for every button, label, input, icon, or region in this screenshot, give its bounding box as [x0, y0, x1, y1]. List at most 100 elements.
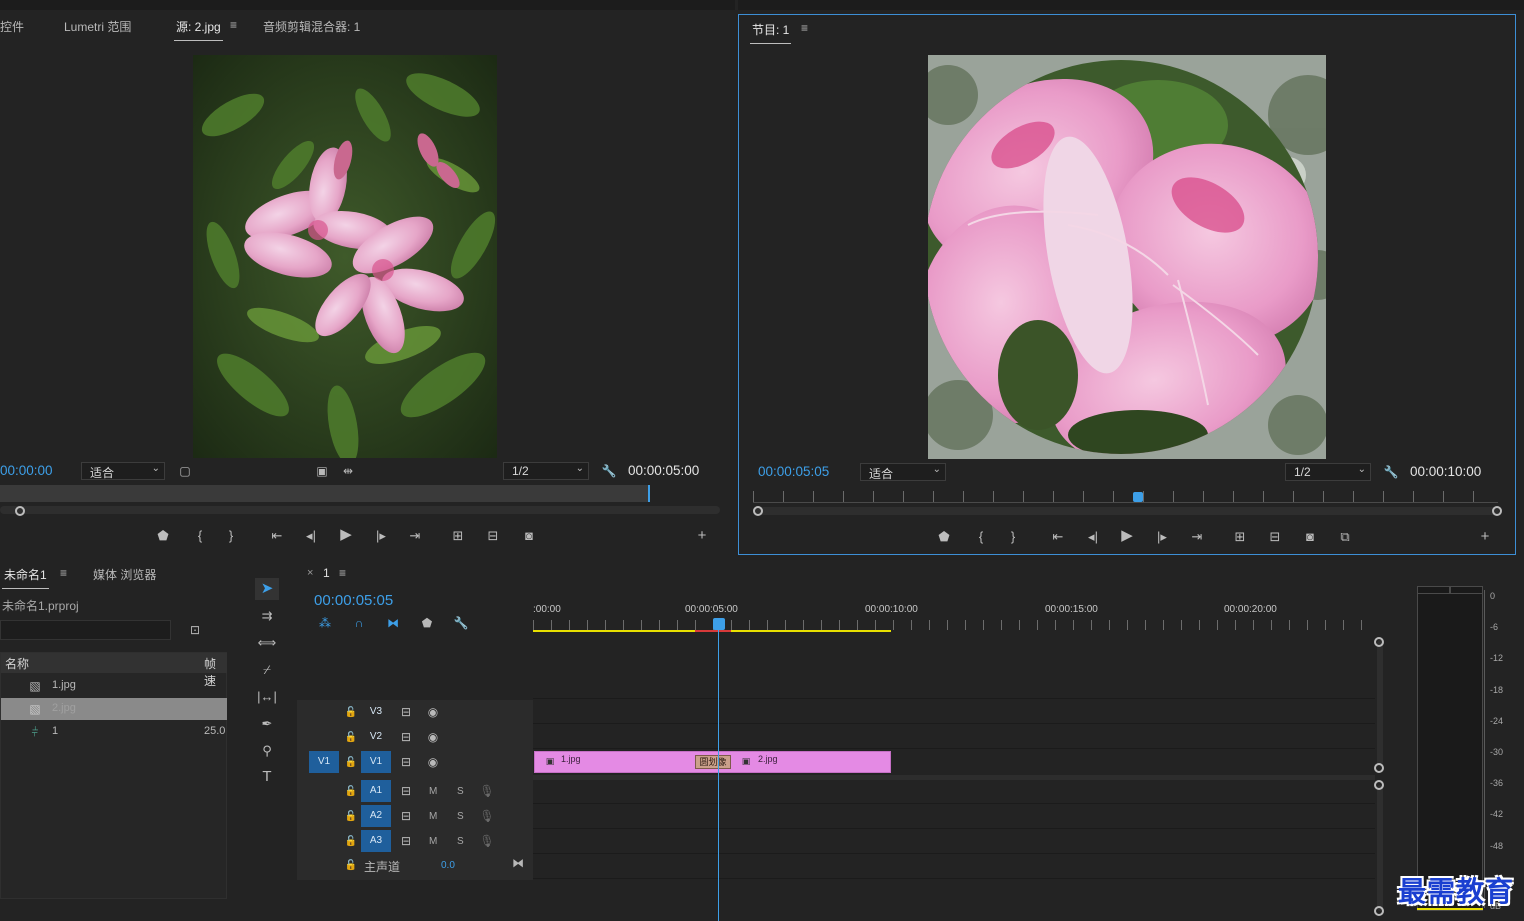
sync-lock-icon[interactable]: ⊟ [398, 704, 414, 720]
step-forward-icon[interactable]: |▸ [370, 526, 392, 546]
eye-icon[interactable]: ◉ [425, 754, 441, 770]
scroll-handle[interactable] [1374, 763, 1384, 773]
program-zoom-handle-right[interactable] [1492, 506, 1502, 516]
list-item[interactable]: ▧ 1.jpg [1, 675, 227, 697]
pen-tool-icon[interactable]: ✒ [256, 714, 278, 734]
source-zoom-bar[interactable] [0, 506, 720, 514]
program-zoom-bar[interactable] [753, 507, 1499, 515]
timeline-playhead-head[interactable] [713, 618, 725, 630]
mark-in-icon[interactable]: { [189, 526, 211, 546]
mark-in-icon[interactable]: { [970, 527, 992, 547]
lock-icon[interactable]: 🔓 [343, 730, 359, 746]
project-menu-icon[interactable]: ≡ [60, 566, 67, 580]
timeline-tracks-area[interactable] [533, 640, 1375, 921]
wrench-icon[interactable]: 🔧 [453, 615, 469, 631]
add-marker-icon[interactable]: ⬟ [419, 615, 435, 631]
go-to-in-icon[interactable]: ⇤ [1047, 527, 1069, 547]
lock-icon[interactable]: 🔓 [343, 834, 359, 850]
extract-icon[interactable]: ⊟ [1264, 527, 1286, 547]
mute-button[interactable]: M [429, 811, 437, 822]
solo-button[interactable]: S [457, 811, 464, 822]
step-back-icon[interactable]: ◂| [1082, 527, 1104, 547]
master-expand-icon[interactable]: ⧓ [510, 855, 526, 871]
lock-icon[interactable]: 🔓 [343, 809, 359, 825]
project-search-input[interactable] [0, 620, 171, 640]
go-to-in-icon[interactable]: ⇤ [266, 526, 288, 546]
mark-out-icon[interactable]: } [220, 526, 242, 546]
mute-button[interactable]: M [429, 786, 437, 797]
sync-lock-icon[interactable]: ⊟ [398, 833, 414, 849]
source-timecode-current[interactable]: 00:00:00 [0, 463, 53, 478]
source-patch-v1[interactable]: V1 [309, 751, 339, 773]
transition[interactable]: 圆划像 [695, 755, 731, 769]
program-fit-dropdown[interactable]: 适合 ⌄ [860, 463, 946, 481]
master-volume-value[interactable]: 0.0 [441, 860, 455, 871]
razor-tool-icon[interactable]: ⌿ [256, 660, 278, 680]
track-label-v2[interactable]: V2 [361, 726, 391, 748]
close-tab-icon[interactable]: × [307, 567, 313, 579]
type-tool-icon[interactable]: T [256, 767, 278, 787]
source-playhead-end[interactable] [648, 485, 650, 502]
insert-icon[interactable]: ⊞ [447, 526, 469, 546]
wrench-icon[interactable]: 🔧 [1383, 464, 1399, 480]
program-playhead[interactable] [1133, 492, 1143, 502]
program-title[interactable]: 节目: 1 [749, 21, 792, 44]
marker-icon[interactable]: ⬟ [152, 526, 174, 546]
source-menu-icon[interactable]: ≡ [230, 18, 237, 32]
program-menu-icon[interactable]: ≡ [801, 21, 808, 35]
go-to-out-icon[interactable]: ⇥ [404, 526, 426, 546]
track-label-a1[interactable]: A1 [361, 780, 391, 802]
overwrite-icon[interactable]: ⊟ [482, 526, 504, 546]
scroll-handle[interactable] [1374, 637, 1384, 647]
tab-lumetri-scopes[interactable]: Lumetri 范围 [64, 18, 131, 35]
timeline-menu-icon[interactable]: ≡ [339, 566, 346, 580]
track-label-v1[interactable]: V1 [361, 751, 391, 773]
tab-source[interactable]: 源: 2.jpg [174, 18, 223, 41]
step-forward-icon[interactable]: |▸ [1151, 527, 1173, 547]
scroll-handle[interactable] [1374, 780, 1384, 790]
source-zoom-handle[interactable] [15, 506, 25, 516]
tab-project[interactable]: 未命名1 [2, 566, 49, 589]
track-label-a3[interactable]: A3 [361, 830, 391, 852]
source-fit-dropdown[interactable]: 适合 ⌄ [81, 462, 165, 480]
list-item[interactable]: ▧ 2.jpg [1, 698, 227, 720]
play-icon[interactable]: ▶ [1116, 526, 1138, 546]
tab-effect-controls[interactable]: 控件 [0, 18, 24, 35]
mute-button[interactable]: M [429, 836, 437, 847]
lock-icon[interactable]: 🔓 [343, 858, 359, 874]
timeline-timecode[interactable]: 00:00:05:05 [314, 592, 393, 609]
play-icon[interactable]: ▶ [335, 525, 357, 545]
eye-icon[interactable]: ◉ [425, 704, 441, 720]
source-resolution-dropdown[interactable]: 1/2 ⌄ [503, 462, 589, 480]
tab-media-browser[interactable]: 媒体 浏览器 [93, 566, 156, 583]
eye-icon[interactable]: ◉ [425, 729, 441, 745]
slip-tool-icon[interactable]: |↔| [256, 687, 278, 707]
drag-video-icon[interactable]: ⇹ [340, 463, 356, 479]
video-vertical-scrollbar[interactable] [1377, 640, 1383, 765]
scroll-handle[interactable] [1374, 906, 1384, 916]
export-frame-icon[interactable]: ▣ [314, 463, 330, 479]
zoom-tool-icon[interactable]: ⚲ [256, 741, 278, 761]
sequence-tab[interactable]: 1 [323, 566, 330, 580]
go-to-out-icon[interactable]: ⇥ [1186, 527, 1208, 547]
timeline-playhead-line[interactable] [718, 630, 719, 921]
lift-icon[interactable]: ⊞ [1229, 527, 1251, 547]
lock-icon[interactable]: 🔓 [343, 784, 359, 800]
video-audio-divider[interactable] [533, 775, 1375, 780]
snap-icon[interactable]: ∩ [351, 615, 367, 631]
lock-icon[interactable]: 🔓 [343, 755, 359, 771]
program-zoom-handle-left[interactable] [753, 506, 763, 516]
program-timecode-current[interactable]: 00:00:05:05 [758, 464, 829, 479]
solo-button[interactable]: S [457, 836, 464, 847]
microphone-icon[interactable]: 🎙 [479, 783, 495, 799]
selection-tool-icon[interactable]: ➤ [255, 578, 279, 600]
sync-lock-icon[interactable]: ⊟ [398, 808, 414, 824]
program-ruler[interactable] [753, 491, 1498, 503]
mark-out-icon[interactable]: } [1002, 527, 1024, 547]
source-settings-square-icon[interactable]: ▢ [177, 463, 193, 479]
camera-icon[interactable]: ◙ [518, 526, 540, 546]
column-name[interactable]: 名称 [5, 655, 29, 672]
add-button-icon[interactable]: + [1474, 527, 1496, 547]
linked-selection-icon[interactable]: ⧓ [385, 615, 401, 631]
microphone-icon[interactable]: 🎙 [479, 808, 495, 824]
